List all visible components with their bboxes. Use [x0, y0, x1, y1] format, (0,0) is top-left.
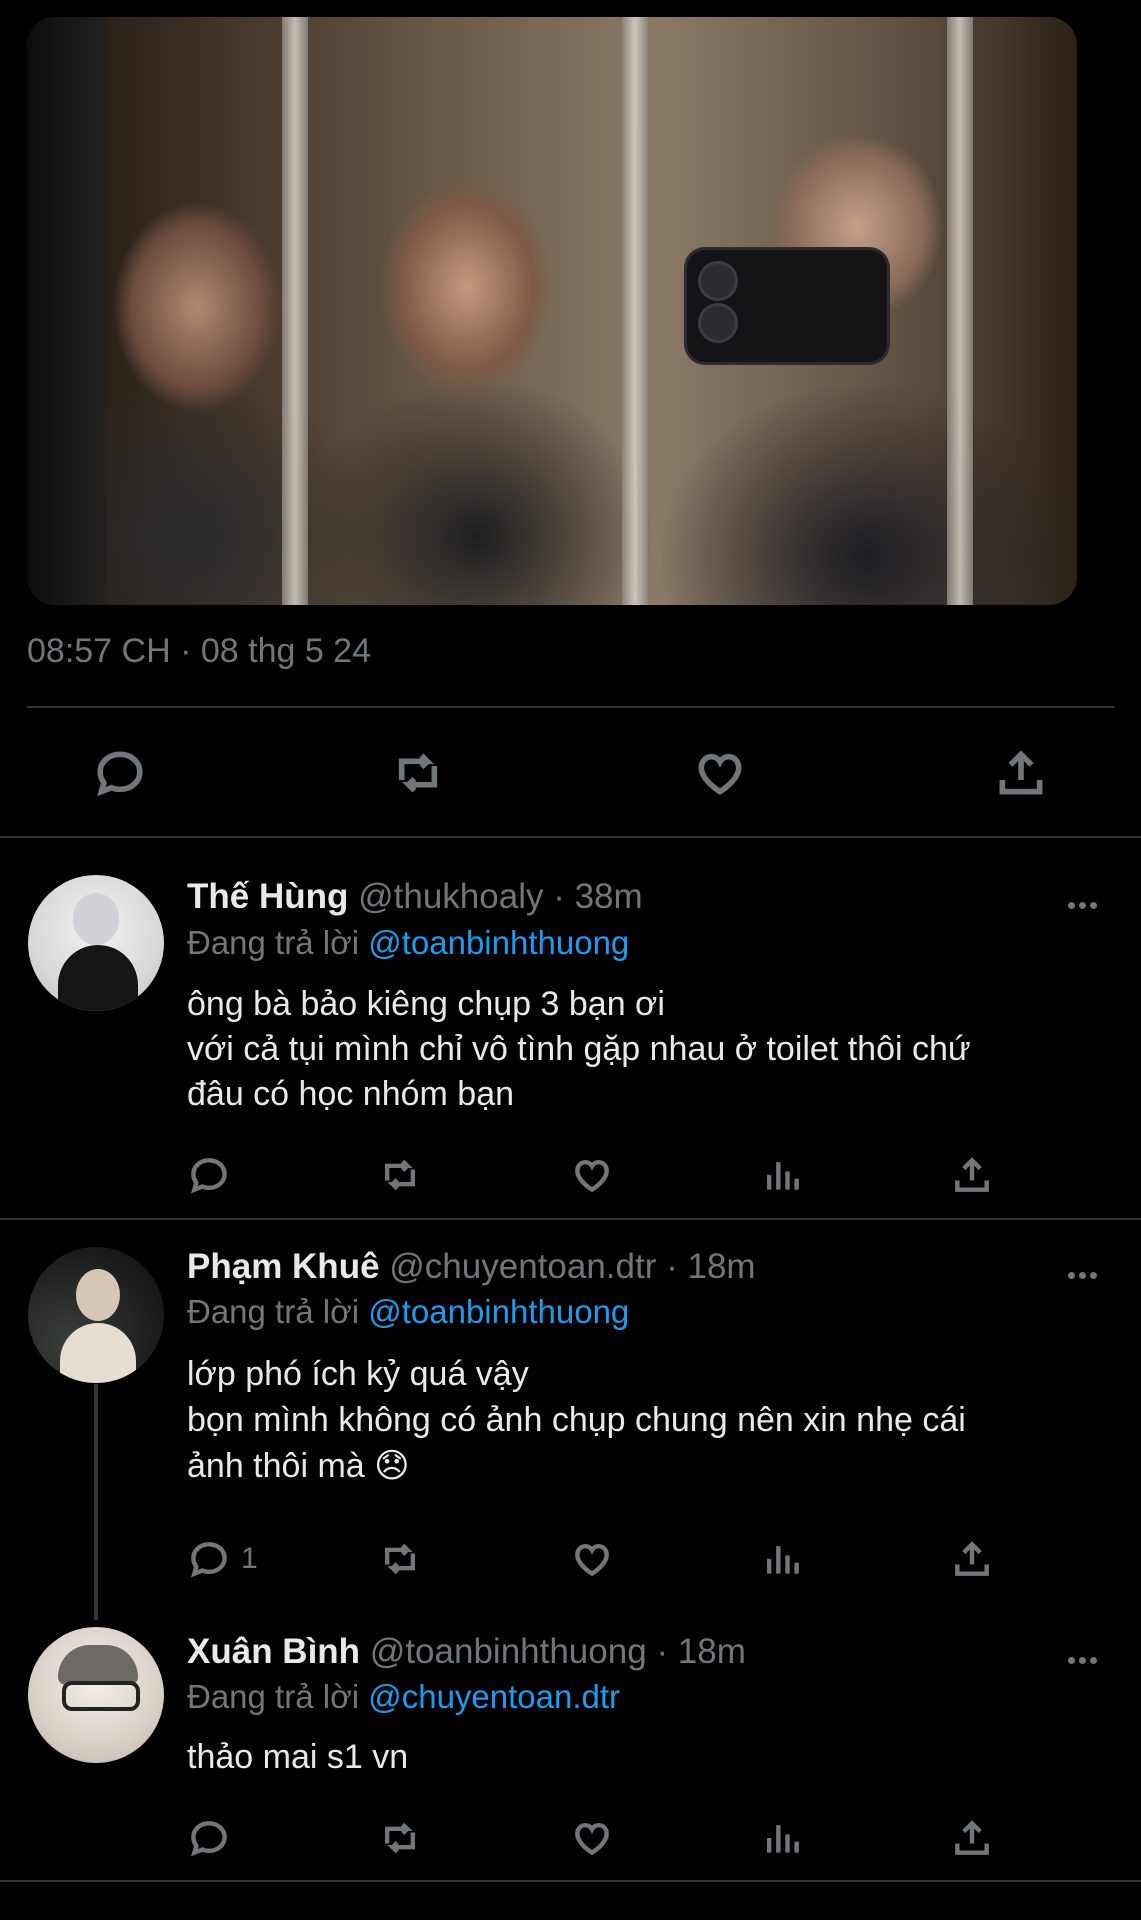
mirror-bar	[622, 17, 648, 605]
elevator-panel	[27, 17, 107, 605]
replying-to: Đang trả lời @toanbinhthuong	[187, 1293, 630, 1330]
views-button[interactable]	[760, 1150, 804, 1200]
thread-connector	[94, 1384, 98, 1620]
heart-icon	[575, 1822, 609, 1856]
reply-time[interactable]: 18m	[688, 1247, 756, 1286]
display-name[interactable]: Xuân Bình	[187, 1632, 360, 1671]
share-button[interactable]	[950, 1813, 994, 1863]
more-icon[interactable]	[1068, 1266, 1102, 1279]
analytics-icon	[766, 1825, 799, 1853]
reply-text: ông bà bảo kiêng chụp 3 bạn ơi với cả tụ…	[187, 985, 971, 1113]
retweet-button[interactable]	[378, 1813, 422, 1863]
reply-icon	[190, 1821, 227, 1857]
avatar[interactable]	[28, 1627, 164, 1763]
user-handle[interactable]: @chuyentoan.dtr	[389, 1247, 656, 1286]
user-handle[interactable]: @toanbinhthuong	[370, 1632, 647, 1671]
share-icon	[955, 1541, 989, 1576]
mention-link[interactable]: @toanbinhthuong	[368, 924, 629, 961]
replying-to: Đang trả lời @toanbinhthuong	[187, 924, 630, 961]
mirror-bar	[282, 17, 308, 605]
share-icon	[955, 1157, 989, 1192]
heart-icon	[575, 1159, 609, 1193]
display-name[interactable]: Phạm Khuê	[187, 1247, 380, 1286]
divider	[0, 1218, 1141, 1220]
reply-button[interactable]	[187, 1813, 241, 1863]
like-button[interactable]	[570, 1534, 614, 1584]
separator-dot: ·	[553, 877, 565, 916]
reply-button[interactable]	[187, 1150, 241, 1200]
retweet-button[interactable]	[378, 1150, 422, 1200]
display-name[interactable]: Thế Hùng	[187, 877, 348, 916]
heart-icon	[575, 1543, 609, 1577]
separator-dot: ·	[666, 1247, 678, 1286]
share-icon	[999, 750, 1043, 795]
reply-text: lớp phó ích kỷ quá vậy bọn mình không có…	[187, 1355, 966, 1485]
analytics-icon	[766, 1546, 799, 1574]
mirror-bar	[947, 17, 973, 605]
share-button[interactable]	[950, 1150, 994, 1200]
views-button[interactable]	[760, 1534, 804, 1584]
retweet-icon	[384, 1822, 416, 1854]
analytics-icon	[766, 1162, 799, 1190]
reply-time[interactable]: 38m	[575, 877, 643, 916]
reply-button[interactable]	[92, 745, 148, 801]
like-button[interactable]	[570, 1813, 614, 1863]
more-icon[interactable]	[1068, 1651, 1102, 1664]
share-button[interactable]	[950, 1534, 994, 1584]
avatar[interactable]	[28, 875, 164, 1011]
tweet-timestamp[interactable]: 08:57 CH · 08 thg 5 24	[27, 632, 371, 671]
more-icon[interactable]	[1068, 896, 1102, 909]
retweet-icon	[384, 1159, 416, 1191]
mention-link[interactable]: @toanbinhthuong	[368, 1293, 629, 1330]
like-button[interactable]	[692, 745, 748, 801]
reply-time[interactable]: 18m	[678, 1632, 746, 1671]
separator-dot: ·	[656, 1632, 669, 1671]
retweet-icon	[384, 1543, 416, 1575]
reply-text: thảo mai s1 vn	[187, 1738, 409, 1776]
reply-icon	[190, 1158, 227, 1194]
mention-link[interactable]: @chuyentoan.dtr	[368, 1678, 620, 1715]
reply-count: 1	[241, 1542, 258, 1575]
retweet-button[interactable]	[378, 1534, 422, 1584]
divider	[27, 706, 1114, 708]
retweet-button[interactable]	[390, 745, 446, 801]
views-button[interactable]	[760, 1813, 804, 1863]
avatar[interactable]	[28, 1247, 164, 1383]
replying-to: Đang trả lời @chuyentoan.dtr	[187, 1678, 621, 1715]
phone-in-photo	[687, 250, 887, 362]
heart-icon	[698, 753, 742, 795]
divider	[0, 836, 1141, 838]
share-button[interactable]	[993, 745, 1049, 801]
reply-icon	[97, 751, 143, 797]
divider	[0, 1880, 1141, 1882]
like-button[interactable]	[570, 1150, 614, 1200]
retweet-icon	[398, 753, 438, 793]
tweet-photo[interactable]	[27, 17, 1077, 605]
user-handle[interactable]: @thukhoaly	[358, 877, 543, 916]
reply-icon	[190, 1542, 227, 1578]
share-icon	[955, 1820, 989, 1855]
reply-button[interactable]: 1	[187, 1534, 258, 1584]
